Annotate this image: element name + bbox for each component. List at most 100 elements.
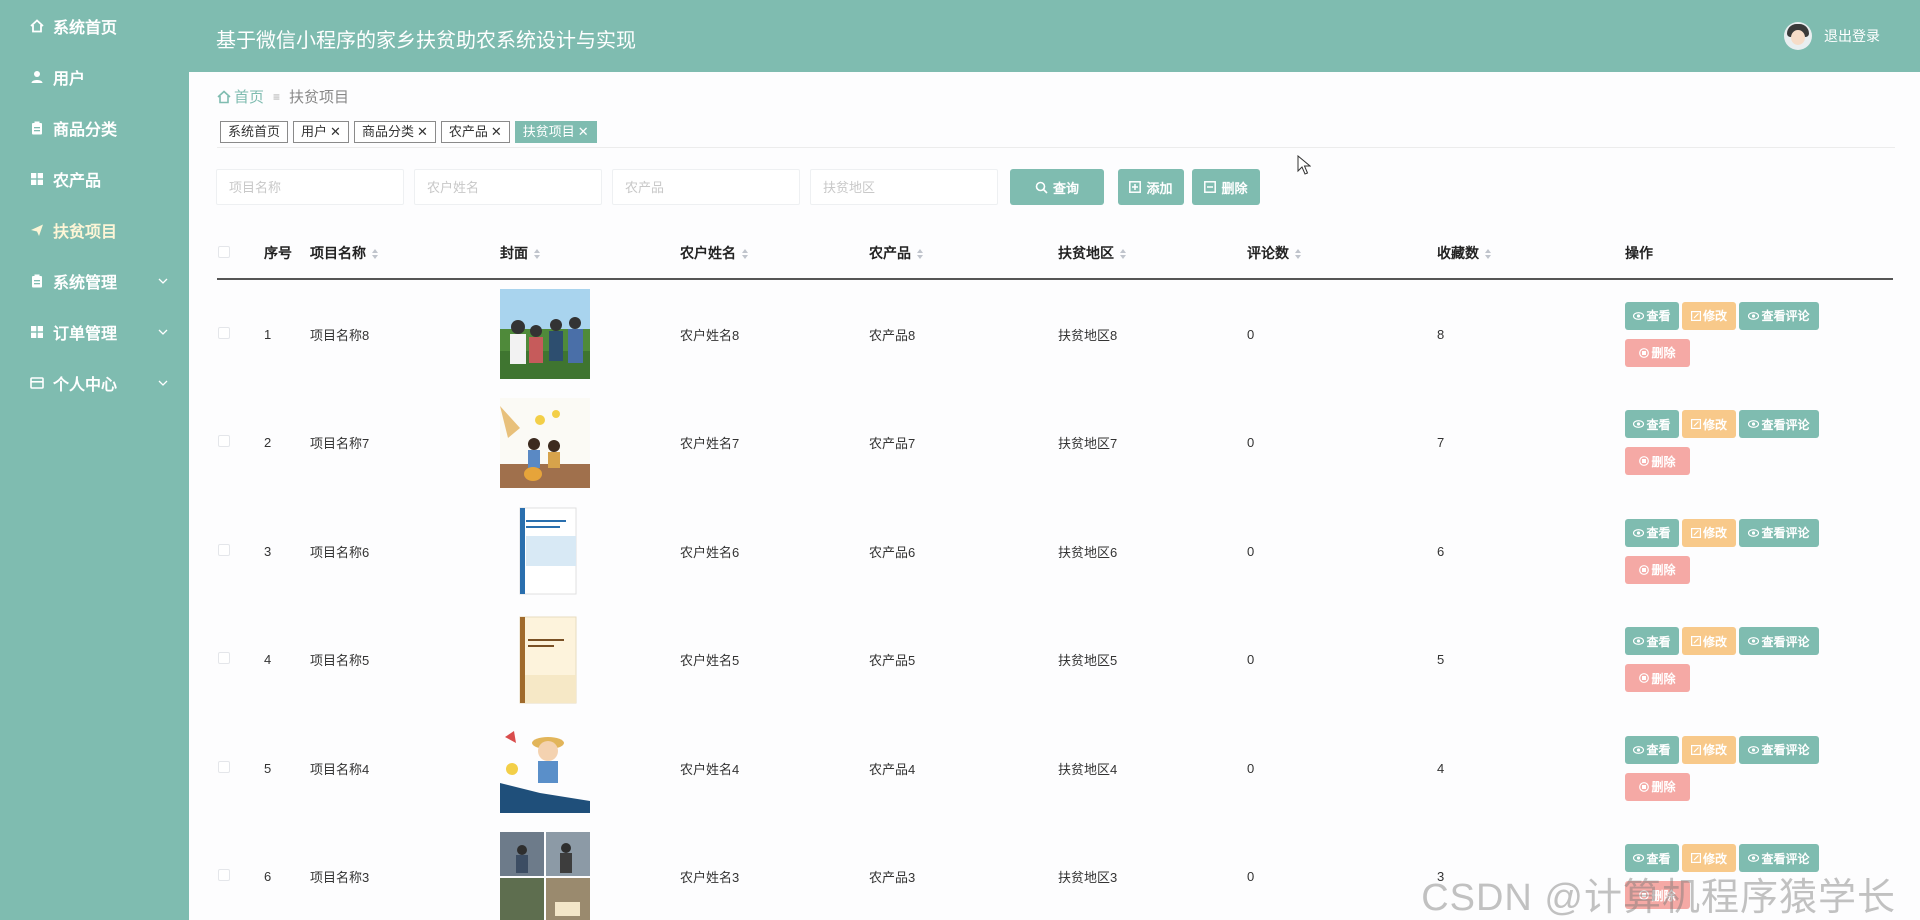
avatar[interactable] bbox=[1784, 22, 1812, 50]
cell-area: 扶贫地区4 bbox=[1058, 761, 1118, 777]
tag-products[interactable]: 农产品 ✕ bbox=[440, 121, 510, 143]
view-comments-button[interactable]: 查看评论 bbox=[1739, 518, 1819, 547]
search-icon bbox=[1035, 181, 1048, 194]
sidebar-item-poverty-projects[interactable]: 扶贫项目 bbox=[0, 204, 189, 255]
view-comments-button[interactable]: 查看评论 bbox=[1739, 627, 1819, 656]
header-name[interactable]: 项目名称 bbox=[310, 243, 500, 263]
delete-button[interactable]: 删除 bbox=[1625, 664, 1690, 693]
table-row: 4 项目名称5 农户姓名5 农产品5 扶贫地区5 0 5 查看 修改 查看评论 … bbox=[217, 606, 1893, 715]
cell-product: 农产品5 bbox=[869, 653, 916, 669]
eye-icon bbox=[1633, 745, 1645, 754]
batch-delete-button[interactable]: 删除 bbox=[1192, 169, 1260, 205]
eye-icon bbox=[1748, 311, 1760, 320]
sidebar-item-personal-center[interactable]: 个人中心 bbox=[0, 357, 189, 408]
close-icon[interactable]: ✕ bbox=[417, 122, 428, 142]
edit-button[interactable]: 修改 bbox=[1682, 627, 1736, 656]
sort-icon[interactable] bbox=[1120, 249, 1126, 260]
sort-icon[interactable] bbox=[917, 249, 923, 260]
id-card-icon bbox=[28, 376, 46, 390]
delete-button[interactable]: 删除 bbox=[1625, 338, 1690, 367]
project-name-input[interactable] bbox=[216, 169, 404, 205]
view-button[interactable]: 查看 bbox=[1625, 301, 1679, 330]
sidebar-item-products[interactable]: 农产品 bbox=[0, 153, 189, 204]
sort-icon[interactable] bbox=[742, 249, 748, 260]
row-checkbox[interactable] bbox=[218, 760, 230, 773]
farmer-name-input[interactable] bbox=[414, 169, 602, 205]
cell-farmer: 农户姓名3 bbox=[680, 870, 740, 886]
view-comments-button[interactable]: 查看评论 bbox=[1739, 301, 1819, 330]
edit-button[interactable]: 修改 bbox=[1682, 410, 1736, 439]
cell-area: 扶贫地区5 bbox=[1058, 653, 1118, 669]
delete-button[interactable]: 删除 bbox=[1625, 447, 1690, 476]
sort-icon[interactable] bbox=[1485, 249, 1491, 260]
header-favorites[interactable]: 收藏数 bbox=[1437, 243, 1625, 263]
product-input[interactable] bbox=[612, 169, 800, 205]
cell-index: 1 bbox=[264, 326, 272, 342]
close-icon[interactable]: ✕ bbox=[330, 122, 341, 142]
close-icon[interactable]: ✕ bbox=[491, 122, 502, 142]
breadcrumb-home[interactable]: 首页 bbox=[217, 86, 264, 107]
header-area[interactable]: 扶贫地区 bbox=[1058, 243, 1247, 263]
chevron-down-icon bbox=[157, 377, 169, 389]
edit-button[interactable]: 修改 bbox=[1682, 518, 1736, 547]
delete-button[interactable]: 删除 bbox=[1625, 772, 1690, 801]
edit-icon bbox=[1690, 527, 1701, 538]
row-checkbox[interactable] bbox=[218, 869, 230, 882]
header-index: 序号 bbox=[264, 245, 292, 261]
view-button[interactable]: 查看 bbox=[1625, 735, 1679, 764]
tag-poverty-projects[interactable]: 扶贫项目 ✕ bbox=[514, 121, 597, 143]
home-icon bbox=[217, 89, 231, 103]
row-checkbox[interactable] bbox=[218, 326, 230, 339]
clipboard-icon bbox=[28, 274, 46, 288]
sidebar-item-order-management[interactable]: 订单管理 bbox=[0, 306, 189, 357]
cover-image-photo-collage bbox=[500, 831, 590, 920]
sidebar-item-home[interactable]: 系统首页 bbox=[0, 0, 189, 51]
sort-icon[interactable] bbox=[372, 249, 378, 260]
cell-product: 农产品7 bbox=[869, 436, 916, 452]
row-checkbox[interactable] bbox=[218, 543, 230, 556]
sidebar-item-label: 订单管理 bbox=[53, 325, 118, 343]
edit-icon bbox=[1690, 419, 1701, 430]
header-comments[interactable]: 评论数 bbox=[1247, 243, 1437, 263]
select-all-checkbox[interactable] bbox=[218, 246, 230, 258]
add-button[interactable]: 添加 bbox=[1118, 169, 1184, 205]
row-checkbox[interactable] bbox=[218, 652, 230, 665]
view-button[interactable]: 查看 bbox=[1625, 410, 1679, 439]
tag-category[interactable]: 商品分类 ✕ bbox=[353, 121, 436, 143]
row-checkbox[interactable] bbox=[218, 435, 230, 448]
edit-button[interactable]: 修改 bbox=[1682, 301, 1736, 330]
view-comments-button[interactable]: 查看评论 bbox=[1739, 735, 1819, 764]
eye-icon bbox=[1748, 745, 1760, 754]
view-button[interactable]: 查看 bbox=[1625, 627, 1679, 656]
close-icon[interactable]: ✕ bbox=[578, 122, 589, 142]
sidebar-item-system-management[interactable]: 系统管理 bbox=[0, 255, 189, 306]
header-product[interactable]: 农产品 bbox=[869, 243, 1058, 263]
view-comments-button[interactable]: 查看评论 bbox=[1739, 410, 1819, 439]
query-button[interactable]: 查询 bbox=[1010, 169, 1104, 205]
sidebar-item-users[interactable]: 用户 bbox=[0, 51, 189, 102]
delete-circle-icon bbox=[1639, 456, 1650, 467]
search-bar: 查询 添加 删除 bbox=[216, 169, 1260, 205]
sort-icon[interactable] bbox=[534, 249, 540, 260]
sidebar-item-category[interactable]: 商品分类 bbox=[0, 102, 189, 153]
logout-button[interactable]: 退出登录 bbox=[1824, 26, 1880, 46]
area-input[interactable] bbox=[810, 169, 998, 205]
sidebar-item-label: 用户 bbox=[53, 70, 86, 88]
edit-button[interactable]: 修改 bbox=[1682, 735, 1736, 764]
edit-icon bbox=[1690, 636, 1701, 647]
header-cover[interactable]: 封面 bbox=[500, 243, 680, 263]
plus-square-icon bbox=[1129, 181, 1142, 193]
cell-favorites: 6 bbox=[1437, 543, 1445, 559]
tag-users[interactable]: 用户 ✕ bbox=[293, 121, 349, 143]
divider bbox=[217, 147, 1895, 148]
delete-button[interactable]: 删除 bbox=[1625, 555, 1690, 584]
delete-circle-icon bbox=[1639, 781, 1650, 792]
cell-comments: 0 bbox=[1247, 435, 1255, 451]
sort-icon[interactable] bbox=[1295, 249, 1301, 260]
view-button[interactable]: 查看 bbox=[1625, 518, 1679, 547]
chevron-down-icon bbox=[157, 326, 169, 338]
query-button-label: 查询 bbox=[1052, 180, 1079, 196]
tag-home[interactable]: 系统首页 bbox=[220, 121, 289, 143]
user-icon bbox=[28, 70, 46, 84]
header-farmer[interactable]: 农户姓名 bbox=[680, 243, 869, 263]
